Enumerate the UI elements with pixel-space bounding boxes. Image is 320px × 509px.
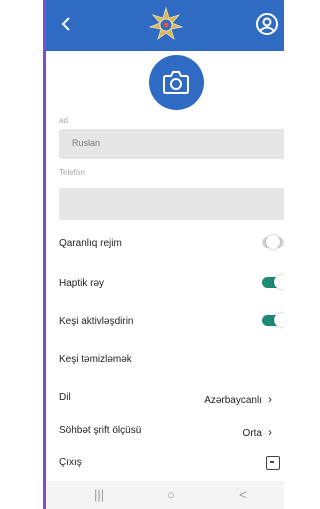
left-margin — [0, 0, 43, 509]
logout-row[interactable]: Çıxış — [46, 443, 284, 483]
language-label: Dil — [59, 392, 71, 403]
dark-mode-label: Qaranlıq rejim — [59, 238, 122, 249]
camera-icon — [163, 71, 189, 94]
haptic-row[interactable]: Haptik rəy — [46, 264, 284, 304]
logout-icon[interactable] — [266, 456, 280, 470]
font-size-value-text: Orta — [242, 428, 262, 439]
toggle-knob — [274, 313, 284, 327]
cache-enable-toggle[interactable] — [262, 313, 284, 327]
font-size-label: Söhbət şrift ölçüsü — [59, 425, 142, 436]
dark-mode-toggle[interactable] — [262, 235, 284, 249]
chevron-right-icon: › — [268, 425, 272, 439]
phone-label: Telefon — [59, 168, 85, 177]
system-nav-bar: ||| ○ < — [46, 481, 284, 509]
recent-apps-icon[interactable]: ||| — [94, 487, 104, 502]
cache-clear-row[interactable]: Keşi təmizləmək — [46, 340, 284, 380]
language-value: Azərbaycanlı › — [204, 392, 272, 406]
toggle-knob — [266, 235, 280, 249]
haptic-toggle[interactable] — [262, 275, 284, 289]
name-field[interactable]: Ruslan — [59, 129, 284, 159]
phone-field[interactable] — [59, 188, 284, 220]
cache-enable-row[interactable]: Keşi aktivləşdirin — [46, 302, 284, 342]
top-bar — [46, 0, 284, 51]
home-icon[interactable]: ○ — [167, 487, 175, 502]
dark-mode-row[interactable]: Qaranlıq rejim — [46, 224, 284, 264]
language-value-text: Azərbaycanlı — [204, 395, 262, 406]
back-nav-icon[interactable]: < — [239, 487, 247, 502]
azerbaijan-emblem-icon — [148, 6, 184, 41]
haptic-label: Haptik rəy — [59, 278, 105, 289]
chevron-right-icon: › — [268, 392, 272, 406]
font-size-value: Orta › — [243, 425, 272, 439]
name-label: ad — [59, 116, 68, 125]
user-circle-icon[interactable] — [255, 12, 279, 36]
cache-clear-label: Keşi təmizləmək — [59, 354, 132, 365]
toggle-knob — [274, 275, 284, 289]
name-value: Ruslan — [72, 138, 101, 148]
app-screen: ad Ruslan Telefon Qaranlıq rejim Haptik … — [46, 0, 284, 509]
avatar-camera-button[interactable] — [149, 55, 204, 110]
chevron-left-icon[interactable] — [58, 12, 76, 36]
logout-label: Çıxış — [59, 457, 82, 468]
cache-enable-label: Keşi aktivləşdirin — [59, 316, 134, 327]
